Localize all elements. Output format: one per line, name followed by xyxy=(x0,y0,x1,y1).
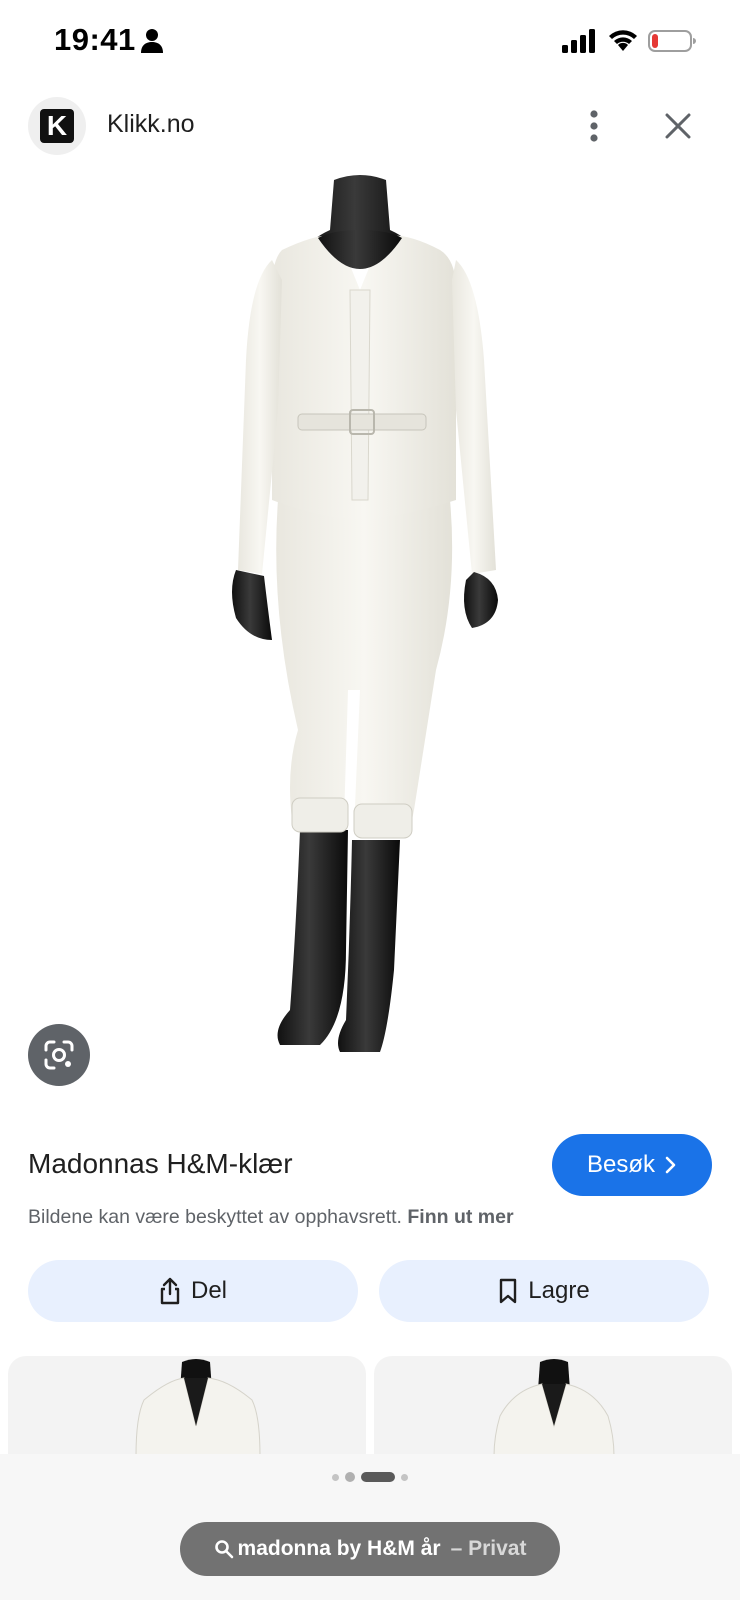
search-query-pill[interactable]: madonna by H&M år – Privat xyxy=(180,1522,560,1576)
share-button[interactable]: Del xyxy=(28,1260,358,1322)
related-image[interactable] xyxy=(374,1356,732,1456)
search-query: madonna by H&M år xyxy=(237,1537,441,1560)
signal-icon xyxy=(562,29,595,53)
bookmark-icon xyxy=(500,1278,517,1304)
battery-low-icon xyxy=(648,30,696,52)
visit-label: Besøk xyxy=(586,1151,655,1178)
save-button[interactable]: Lagre xyxy=(379,1260,709,1322)
learn-more-link[interactable]: Finn ut mer xyxy=(407,1206,513,1228)
page-dot-active[interactable] xyxy=(361,1472,395,1482)
related-image-picture xyxy=(135,1359,261,1456)
site-logo-letter: K xyxy=(40,109,74,143)
status-bar: 19:41 xyxy=(0,0,740,86)
close-icon xyxy=(665,113,691,139)
search-mode: – Privat xyxy=(450,1537,527,1560)
google-lens-button[interactable] xyxy=(28,1024,90,1086)
main-image[interactable] xyxy=(200,170,540,1080)
person-icon xyxy=(141,29,163,53)
page-dot[interactable] xyxy=(401,1473,408,1481)
result-title: Madonnas H&M-klær xyxy=(28,1148,293,1179)
wifi-icon xyxy=(609,30,637,51)
google-lens-icon xyxy=(44,1040,74,1070)
status-time: 19:41 xyxy=(54,22,136,57)
related-image[interactable] xyxy=(8,1356,366,1456)
save-label: Lagre xyxy=(528,1277,590,1304)
page-dot[interactable] xyxy=(345,1472,355,1482)
visit-button[interactable]: Besøk xyxy=(552,1134,712,1196)
related-image-picture xyxy=(493,1359,615,1456)
pagination-dots xyxy=(0,1472,740,1482)
site-name[interactable]: Klikk.no xyxy=(107,110,195,139)
close-button[interactable] xyxy=(656,104,700,148)
copyright-notice: Bildene kan være beskyttet av opphavsret… xyxy=(28,1206,514,1229)
search-icon xyxy=(214,1540,233,1559)
share-icon xyxy=(160,1277,180,1305)
page-dot[interactable] xyxy=(332,1473,339,1481)
chevron-right-icon xyxy=(665,1156,676,1174)
copyright-text: Bildene kan være beskyttet av opphavsret… xyxy=(28,1206,402,1228)
more-vert-icon xyxy=(590,110,598,142)
more-options-button[interactable] xyxy=(572,104,616,148)
share-label: Del xyxy=(190,1277,227,1304)
status-icons xyxy=(562,26,696,56)
site-logo[interactable]: K xyxy=(28,97,86,155)
